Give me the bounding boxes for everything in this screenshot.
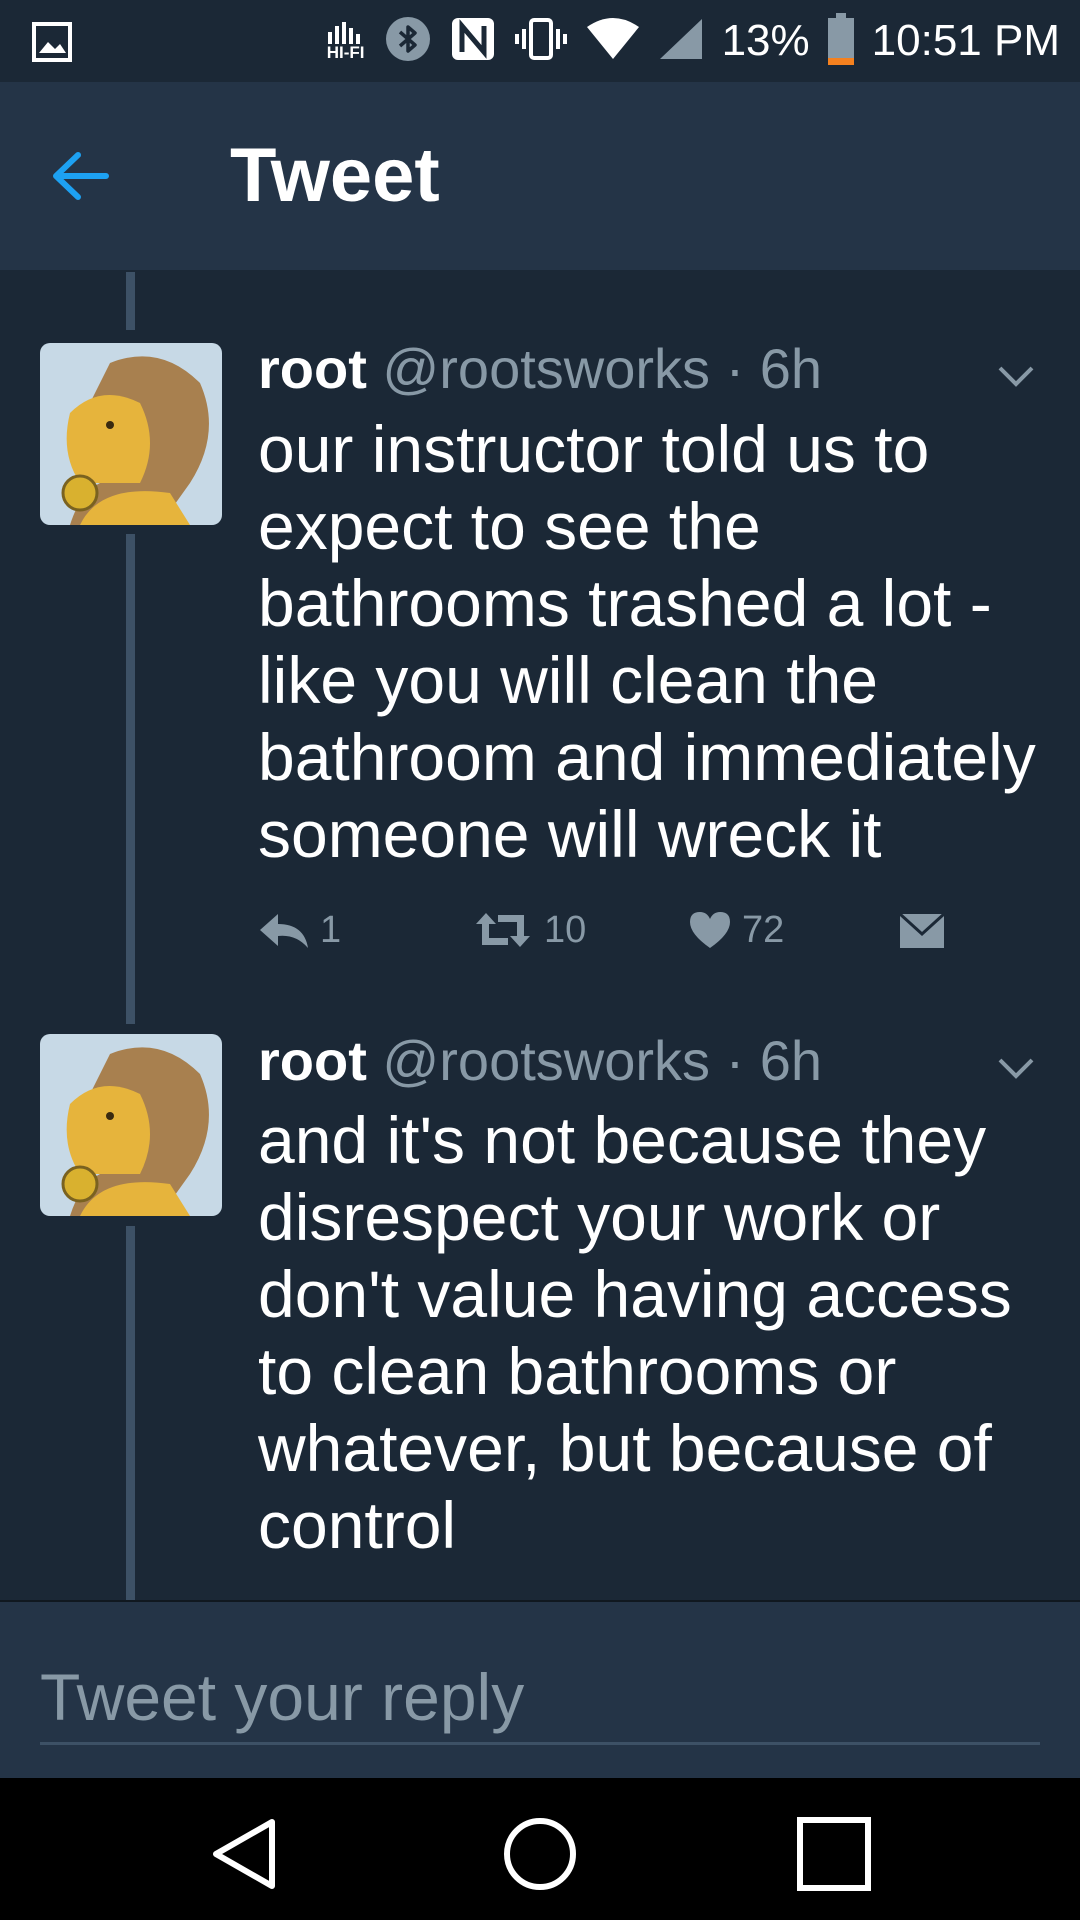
lion-avatar-image xyxy=(40,343,222,525)
nav-back-button[interactable] xyxy=(206,1814,286,1894)
avatar[interactable] xyxy=(40,343,222,525)
wifi-icon xyxy=(586,17,640,66)
vibrate-icon xyxy=(514,16,568,67)
reply-count: 1 xyxy=(320,908,342,951)
hifi-label: HI-FI xyxy=(326,42,365,62)
like-button[interactable]: 72 xyxy=(688,900,784,960)
thread-line xyxy=(126,272,135,330)
reply-input[interactable] xyxy=(40,1652,1040,1745)
tweet-time: · 6h xyxy=(725,337,823,400)
tweet-header: root @rootsworks · 6h xyxy=(258,336,822,401)
back-button[interactable] xyxy=(44,137,122,215)
heart-icon xyxy=(690,912,730,948)
author-handle[interactable]: @rootsworks xyxy=(382,337,710,400)
signal-icon xyxy=(658,17,704,66)
avatar[interactable] xyxy=(40,1034,222,1216)
reply-composer xyxy=(0,1600,1080,1780)
app-bar: Tweet xyxy=(0,82,1080,270)
circle-home-icon xyxy=(504,1818,576,1890)
retweet-icon xyxy=(476,913,530,947)
retweet-count: 10 xyxy=(544,908,587,951)
lion-avatar-image xyxy=(40,1034,222,1216)
hifi-icon: HI-FI xyxy=(326,21,366,62)
arrow-left-icon xyxy=(53,152,109,200)
direct-message-button[interactable] xyxy=(898,900,946,960)
page-title: Tweet xyxy=(230,133,440,218)
reply-icon xyxy=(260,914,308,948)
triangle-back-icon xyxy=(213,1819,275,1889)
battery-icon xyxy=(827,12,854,70)
nfc-icon xyxy=(450,16,496,67)
nav-recents-button[interactable] xyxy=(794,1814,874,1894)
system-nav-bar xyxy=(0,1778,1080,1920)
status-bar: HI-FI 13% 10:51 PM xyxy=(0,0,1080,82)
tweet-time: · 6h xyxy=(725,1029,823,1092)
author-name[interactable]: root xyxy=(258,1029,367,1092)
tweet-text: and it's not because they disrespect you… xyxy=(258,1103,1012,1562)
envelope-icon xyxy=(898,912,946,948)
bluetooth-icon xyxy=(384,15,432,68)
author-name[interactable]: root xyxy=(258,337,367,400)
clock: 10:51 PM xyxy=(871,16,1060,65)
chevron-down-icon xyxy=(998,366,1034,387)
tweet-text: our instructor told us to expect to see … xyxy=(258,412,1036,871)
thread-line xyxy=(126,534,135,1024)
square-recents-icon xyxy=(797,1817,871,1891)
tweet-actions: 1 10 72 xyxy=(258,900,1018,960)
retweet-button[interactable]: 10 xyxy=(472,900,586,960)
tweet-header: root @rootsworks · 6h xyxy=(258,1028,822,1093)
tweet-menu-button[interactable] xyxy=(992,352,1040,400)
tweet-menu-button[interactable] xyxy=(992,1044,1040,1092)
chevron-down-icon xyxy=(998,1058,1034,1079)
author-handle[interactable]: @rootsworks xyxy=(382,1029,710,1092)
gallery-icon xyxy=(32,22,72,67)
battery-percent: 13% xyxy=(721,16,810,65)
nav-home-button[interactable] xyxy=(500,1814,580,1894)
reply-button[interactable]: 1 xyxy=(258,900,341,960)
like-count: 72 xyxy=(742,908,785,951)
thread-line xyxy=(126,1226,135,1600)
